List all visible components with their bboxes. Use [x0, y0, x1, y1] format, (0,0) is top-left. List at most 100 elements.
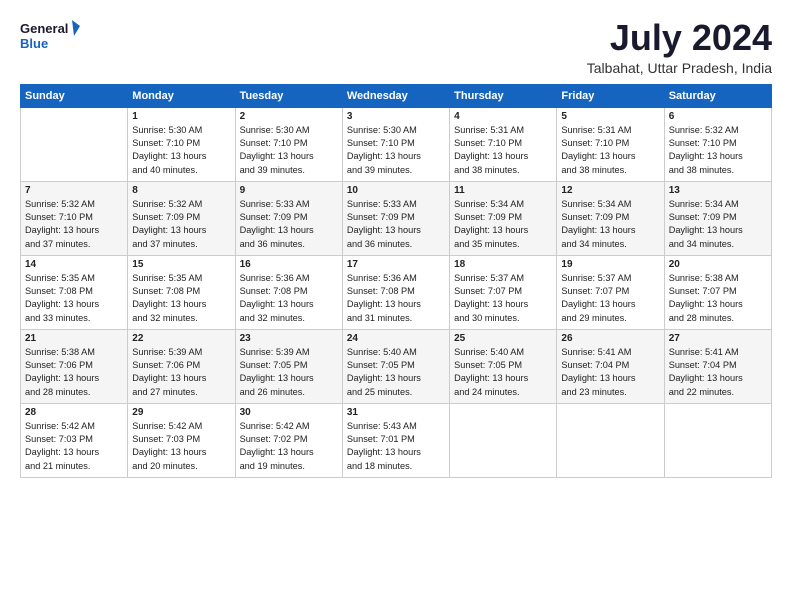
cell-content: Sunrise: 5:30 AMSunset: 7:10 PMDaylight:…	[347, 124, 445, 177]
cell-line: and 22 minutes.	[669, 386, 767, 399]
calendar-cell-r1c0: 7Sunrise: 5:32 AMSunset: 7:10 PMDaylight…	[21, 181, 128, 255]
cell-line: Daylight: 13 hours	[132, 150, 230, 163]
calendar-row-2: 14Sunrise: 5:35 AMSunset: 7:08 PMDayligh…	[21, 255, 772, 329]
cell-line: Sunset: 7:07 PM	[561, 285, 659, 298]
cell-content: Sunrise: 5:30 AMSunset: 7:10 PMDaylight:…	[240, 124, 338, 177]
cell-line: and 25 minutes.	[347, 386, 445, 399]
cell-line: Daylight: 13 hours	[454, 298, 552, 311]
calendar-cell-r2c1: 15Sunrise: 5:35 AMSunset: 7:08 PMDayligh…	[128, 255, 235, 329]
cell-line: and 26 minutes.	[240, 386, 338, 399]
cell-line: Daylight: 13 hours	[454, 224, 552, 237]
cell-line: Sunrise: 5:38 AM	[25, 346, 123, 359]
calendar-cell-r2c6: 20Sunrise: 5:38 AMSunset: 7:07 PMDayligh…	[664, 255, 771, 329]
cell-content: Sunrise: 5:39 AMSunset: 7:05 PMDaylight:…	[240, 346, 338, 399]
cell-line: Daylight: 13 hours	[561, 150, 659, 163]
calendar-cell-r0c2: 2Sunrise: 5:30 AMSunset: 7:10 PMDaylight…	[235, 107, 342, 181]
day-number: 18	[454, 259, 552, 270]
cell-line: Daylight: 13 hours	[25, 446, 123, 459]
cell-line: and 38 minutes.	[454, 164, 552, 177]
cell-line: and 32 minutes.	[132, 312, 230, 325]
day-number: 19	[561, 259, 659, 270]
calendar-cell-r2c2: 16Sunrise: 5:36 AMSunset: 7:08 PMDayligh…	[235, 255, 342, 329]
calendar-cell-r0c4: 4Sunrise: 5:31 AMSunset: 7:10 PMDaylight…	[450, 107, 557, 181]
cell-content: Sunrise: 5:38 AMSunset: 7:06 PMDaylight:…	[25, 346, 123, 399]
cell-line: Sunrise: 5:34 AM	[454, 198, 552, 211]
cell-line: Sunset: 7:07 PM	[669, 285, 767, 298]
cell-line: and 19 minutes.	[240, 460, 338, 473]
cell-line: Sunset: 7:01 PM	[347, 433, 445, 446]
cell-line: and 28 minutes.	[25, 386, 123, 399]
day-number: 21	[25, 333, 123, 344]
cell-line: and 20 minutes.	[132, 460, 230, 473]
cell-line: Sunset: 7:06 PM	[25, 359, 123, 372]
day-number: 6	[669, 111, 767, 122]
cell-line: Daylight: 13 hours	[347, 446, 445, 459]
cell-line: Daylight: 13 hours	[669, 372, 767, 385]
cell-line: Daylight: 13 hours	[454, 372, 552, 385]
day-number: 27	[669, 333, 767, 344]
cell-line: Sunset: 7:09 PM	[347, 211, 445, 224]
col-header-thursday: Thursday	[450, 84, 557, 107]
cell-line: Sunset: 7:08 PM	[240, 285, 338, 298]
calendar-cell-r4c6	[664, 403, 771, 477]
day-number: 25	[454, 333, 552, 344]
calendar-cell-r3c5: 26Sunrise: 5:41 AMSunset: 7:04 PMDayligh…	[557, 329, 664, 403]
subtitle: Talbahat, Uttar Pradesh, India	[587, 60, 772, 76]
cell-line: Daylight: 13 hours	[132, 298, 230, 311]
calendar-cell-r4c2: 30Sunrise: 5:42 AMSunset: 7:02 PMDayligh…	[235, 403, 342, 477]
calendar-cell-r0c5: 5Sunrise: 5:31 AMSunset: 7:10 PMDaylight…	[557, 107, 664, 181]
cell-line: Daylight: 13 hours	[25, 372, 123, 385]
cell-line: Sunrise: 5:42 AM	[132, 420, 230, 433]
cell-line: Sunrise: 5:36 AM	[347, 272, 445, 285]
cell-line: Sunrise: 5:30 AM	[240, 124, 338, 137]
cell-line: Sunrise: 5:32 AM	[132, 198, 230, 211]
cell-line: Sunset: 7:03 PM	[132, 433, 230, 446]
calendar-cell-r0c0	[21, 107, 128, 181]
day-number: 5	[561, 111, 659, 122]
cell-line: Sunrise: 5:30 AM	[132, 124, 230, 137]
cell-line: Daylight: 13 hours	[347, 224, 445, 237]
day-number: 11	[454, 185, 552, 196]
day-number: 26	[561, 333, 659, 344]
calendar-cell-r1c2: 9Sunrise: 5:33 AMSunset: 7:09 PMDaylight…	[235, 181, 342, 255]
cell-line: Sunrise: 5:35 AM	[132, 272, 230, 285]
cell-content: Sunrise: 5:34 AMSunset: 7:09 PMDaylight:…	[561, 198, 659, 251]
cell-line: Sunset: 7:07 PM	[454, 285, 552, 298]
cell-line: Sunset: 7:04 PM	[669, 359, 767, 372]
cell-line: Daylight: 13 hours	[561, 372, 659, 385]
cell-line: Sunrise: 5:32 AM	[669, 124, 767, 137]
cell-line: Sunrise: 5:34 AM	[561, 198, 659, 211]
cell-line: Sunrise: 5:41 AM	[669, 346, 767, 359]
day-number: 17	[347, 259, 445, 270]
cell-content: Sunrise: 5:34 AMSunset: 7:09 PMDaylight:…	[454, 198, 552, 251]
cell-line: and 24 minutes.	[454, 386, 552, 399]
header: General Blue July 2024 Talbahat, Uttar P…	[20, 18, 772, 76]
cell-line: and 38 minutes.	[669, 164, 767, 177]
cell-line: and 39 minutes.	[347, 164, 445, 177]
cell-content: Sunrise: 5:42 AMSunset: 7:03 PMDaylight:…	[25, 420, 123, 473]
cell-line: Sunrise: 5:42 AM	[240, 420, 338, 433]
col-header-saturday: Saturday	[664, 84, 771, 107]
calendar-cell-r4c1: 29Sunrise: 5:42 AMSunset: 7:03 PMDayligh…	[128, 403, 235, 477]
calendar-row-0: 1Sunrise: 5:30 AMSunset: 7:10 PMDaylight…	[21, 107, 772, 181]
svg-text:Blue: Blue	[20, 36, 48, 51]
cell-line: and 29 minutes.	[561, 312, 659, 325]
calendar-cell-r2c4: 18Sunrise: 5:37 AMSunset: 7:07 PMDayligh…	[450, 255, 557, 329]
cell-line: Sunset: 7:05 PM	[240, 359, 338, 372]
cell-content: Sunrise: 5:41 AMSunset: 7:04 PMDaylight:…	[669, 346, 767, 399]
cell-line: and 33 minutes.	[25, 312, 123, 325]
logo: General Blue	[20, 18, 80, 54]
cell-line: and 18 minutes.	[347, 460, 445, 473]
col-header-wednesday: Wednesday	[342, 84, 449, 107]
cell-line: Sunrise: 5:32 AM	[25, 198, 123, 211]
cell-line: and 36 minutes.	[240, 238, 338, 251]
day-number: 24	[347, 333, 445, 344]
cell-line: Sunset: 7:09 PM	[561, 211, 659, 224]
cell-line: Sunset: 7:08 PM	[347, 285, 445, 298]
cell-line: and 27 minutes.	[132, 386, 230, 399]
cell-line: and 32 minutes.	[240, 312, 338, 325]
cell-content: Sunrise: 5:38 AMSunset: 7:07 PMDaylight:…	[669, 272, 767, 325]
cell-line: Daylight: 13 hours	[454, 150, 552, 163]
cell-line: Sunset: 7:10 PM	[240, 137, 338, 150]
cell-line: Daylight: 13 hours	[240, 298, 338, 311]
